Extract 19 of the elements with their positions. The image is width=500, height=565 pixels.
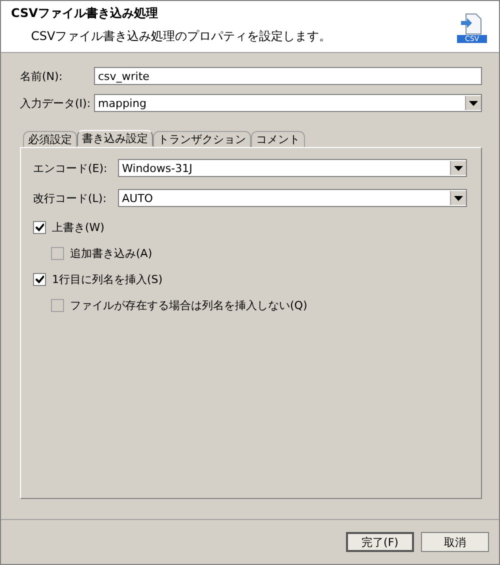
dialog-title: CSVファイル書き込み処理: [11, 5, 159, 22]
name-field[interactable]: csv_write: [94, 67, 482, 85]
tab[interactable]: トランザクション: [153, 131, 251, 147]
field-label: エンコード(E):: [33, 160, 108, 176]
field-label: 入力データ(I):: [20, 96, 92, 110]
field-label: 改行コード(L):: [33, 190, 108, 206]
tab[interactable]: コメント: [251, 131, 305, 147]
dropdown[interactable]: AUTO: [118, 189, 467, 207]
checkmark-icon: [35, 274, 44, 284]
dropdown[interactable]: mapping: [94, 94, 482, 112]
finish-button[interactable]: 完了(F): [346, 532, 414, 552]
checkmark-icon: [35, 222, 44, 232]
tab[interactable]: 書き込み設定: [77, 130, 153, 146]
checkbox[interactable]: 1行目に列名を挿入(S): [33, 270, 467, 288]
dialog-description: CSVファイル書き込み処理のプロパティを設定します。: [30, 28, 332, 45]
cancel-button[interactable]: 取消: [421, 532, 489, 552]
dropdown[interactable]: Windows-31J: [118, 159, 467, 177]
checkbox[interactable]: 上書き(W): [33, 218, 467, 236]
field-label: 名前(N):: [20, 68, 64, 84]
